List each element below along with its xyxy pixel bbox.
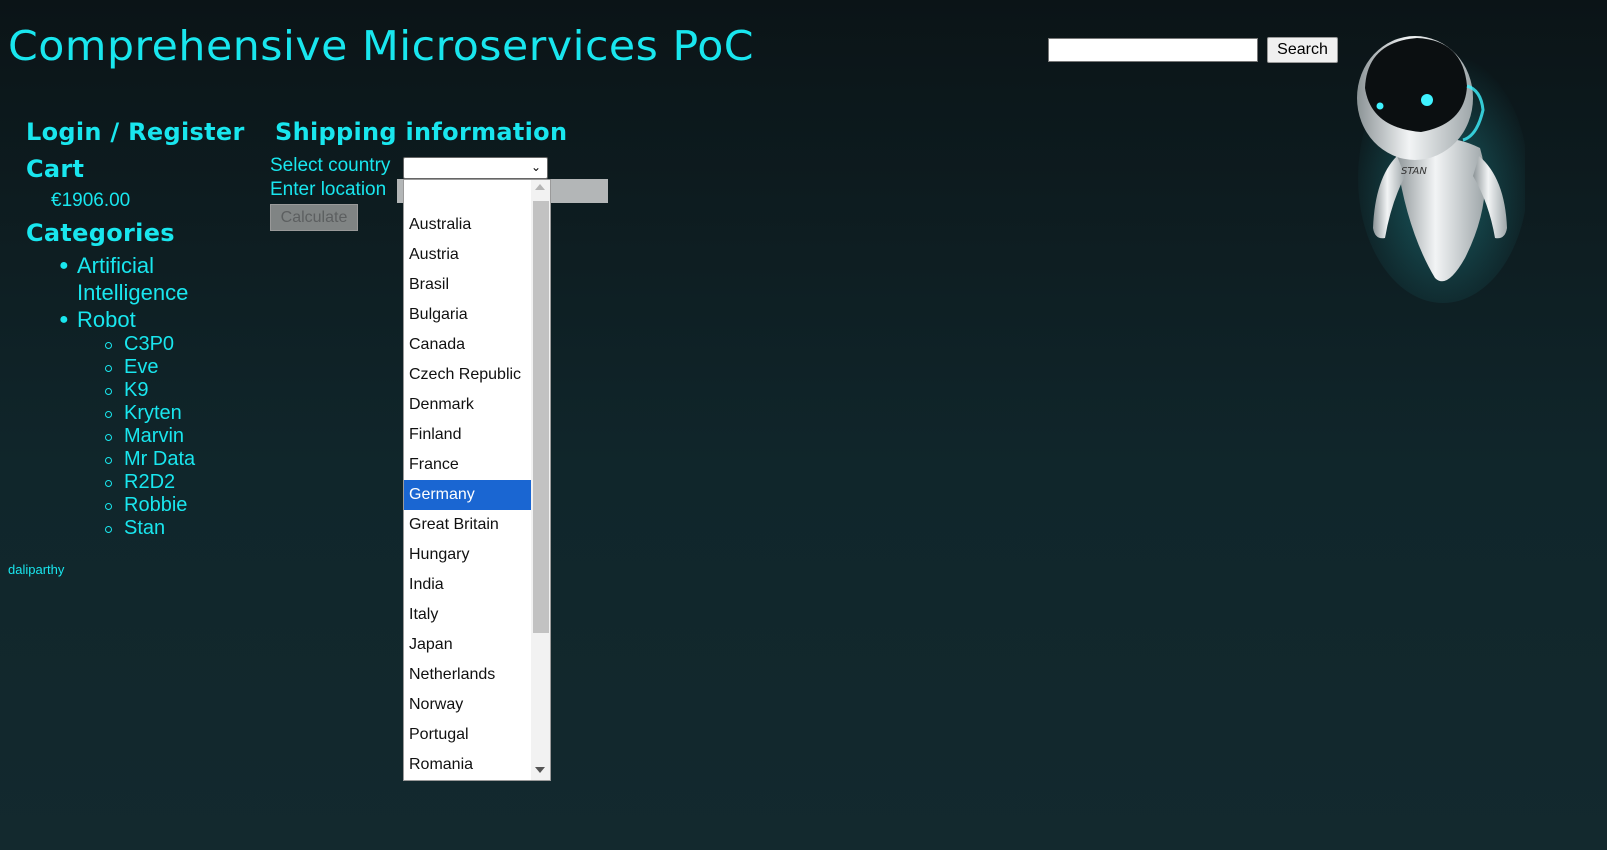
circle-bullet-icon [105, 342, 112, 349]
robot-link[interactable]: Robbie [124, 494, 187, 516]
robot-link[interactable]: Kryten [124, 402, 182, 424]
robot-link[interactable]: Mr Data [124, 448, 195, 470]
dropdown-option[interactable]: France [404, 450, 531, 480]
robot-link[interactable]: R2D2 [124, 471, 175, 493]
circle-bullet-icon [105, 365, 112, 372]
circle-bullet-icon [105, 480, 112, 487]
robot-badge-text: STAN [1401, 166, 1427, 177]
shipping-title: Shipping information [275, 118, 568, 146]
dropdown-option[interactable]: Japan [404, 630, 531, 660]
circle-bullet-icon [105, 434, 112, 441]
page-title: Comprehensive Microservices PoC [8, 22, 755, 70]
dropdown-option[interactable]: Norway [404, 690, 531, 720]
list-item[interactable]: Mr Data [77, 448, 226, 471]
list-item[interactable]: C3P0 [77, 333, 226, 356]
category-robot[interactable]: ● Robot C3P0 Eve K9 Kryten Marvin Mr Data… [56, 306, 226, 540]
country-dropdown-list[interactable]: Australia Austria Brasil Bulgaria Canada Czec… [403, 179, 551, 781]
circle-bullet-icon [105, 411, 112, 418]
circle-bullet-icon [105, 388, 112, 395]
dropdown-option[interactable]: Austria [404, 240, 531, 270]
dropdown-option[interactable]: Germany [404, 480, 531, 510]
cart-total: €1906.00 [51, 190, 131, 211]
dropdown-scrollbar[interactable] [531, 180, 550, 780]
country-select[interactable]: ⌄ [403, 157, 548, 179]
dropdown-option[interactable]: Finland [404, 420, 531, 450]
circle-bullet-icon [105, 526, 112, 533]
dropdown-option[interactable]: Bulgaria [404, 300, 531, 330]
circle-bullet-icon [105, 457, 112, 464]
select-country-label: Select country [270, 155, 391, 176]
dropdown-option[interactable] [404, 180, 531, 210]
list-item[interactable]: Stan [77, 517, 226, 540]
robot-mascot-image: STAN [1357, 36, 1525, 303]
dropdown-option[interactable]: Hungary [404, 540, 531, 570]
category-list: ● Artificial Intelligence ● Robot C3P0 Eve… [56, 252, 226, 540]
robot-link[interactable]: C3P0 [124, 333, 174, 355]
scroll-up-arrow-icon[interactable] [535, 184, 545, 190]
robot-link[interactable]: K9 [124, 379, 148, 401]
dropdown-option[interactable]: Great Britain [404, 510, 531, 540]
category-label[interactable]: Robot [77, 307, 136, 332]
login-register-link[interactable]: Login / Register [26, 118, 245, 146]
footer-credit: daliparthy [8, 562, 65, 577]
dropdown-option[interactable]: Portugal [404, 720, 531, 750]
cart-link[interactable]: Cart [26, 155, 84, 183]
dropdown-option[interactable]: Romania [404, 750, 531, 780]
robot-link[interactable]: Eve [124, 356, 158, 378]
scroll-thumb[interactable] [533, 201, 549, 633]
robot-link[interactable]: Marvin [124, 425, 184, 447]
dropdown-option[interactable]: Australia [404, 210, 531, 240]
dropdown-option[interactable]: Netherlands [404, 660, 531, 690]
category-artificial-intelligence[interactable]: ● Artificial Intelligence [56, 252, 226, 306]
dropdown-option[interactable]: Denmark [404, 390, 531, 420]
calculate-button[interactable]: Calculate [270, 204, 358, 231]
search-input[interactable] [1048, 38, 1258, 62]
dropdown-option[interactable]: Canada [404, 330, 531, 360]
dropdown-option[interactable]: Czech Republic [404, 360, 531, 390]
list-item[interactable]: Marvin [77, 425, 226, 448]
robot-sublist: C3P0 Eve K9 Kryten Marvin Mr Data R2D2 R… [77, 333, 226, 540]
category-label[interactable]: Artificial Intelligence [77, 253, 188, 305]
chevron-down-icon: ⌄ [530, 160, 541, 174]
dropdown-option[interactable]: Italy [404, 600, 531, 630]
list-item[interactable]: Kryten [77, 402, 226, 425]
categories-heading: Categories [26, 219, 175, 247]
list-item[interactable]: K9 [77, 379, 226, 402]
dropdown-option[interactable]: India [404, 570, 531, 600]
list-item[interactable]: Eve [77, 356, 226, 379]
dropdown-options: Australia Austria Brasil Bulgaria Canada Czec… [404, 180, 531, 780]
bullet-icon: ● [59, 311, 69, 328]
robot-link[interactable]: Stan [124, 517, 165, 539]
list-item[interactable]: R2D2 [77, 471, 226, 494]
enter-location-label: Enter location [270, 179, 387, 200]
list-item[interactable]: Robbie [77, 494, 226, 517]
bullet-icon: ● [59, 257, 69, 274]
scroll-down-arrow-icon[interactable] [535, 767, 545, 773]
circle-bullet-icon [105, 503, 112, 510]
dropdown-option[interactable]: Brasil [404, 270, 531, 300]
search-button[interactable]: Search [1267, 37, 1338, 63]
